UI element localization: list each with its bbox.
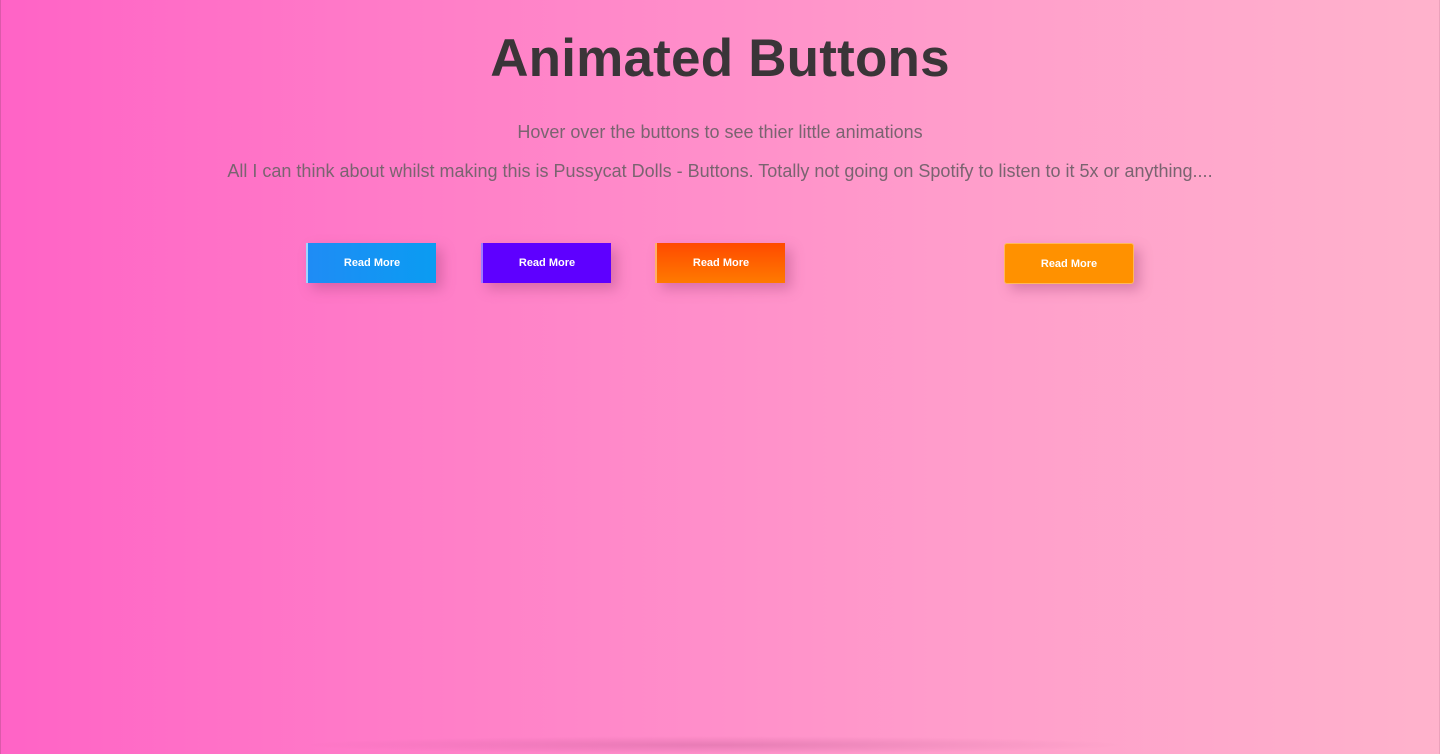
page-description: All I can think about whilst making this…	[227, 161, 1213, 181]
read-more-button-red-orange[interactable]: Read More	[655, 243, 785, 283]
page-subtitle: Hover over the buttons to see thier litt…	[517, 122, 923, 142]
read-more-button-blue[interactable]: Read More	[306, 243, 436, 283]
read-more-button-purple[interactable]: Read More	[481, 243, 611, 283]
page-frame	[0, 0, 1440, 754]
bottom-shadow	[300, 736, 1130, 754]
read-more-button-orange[interactable]: Read More	[1004, 243, 1134, 284]
page-title: Animated Buttons	[490, 29, 950, 88]
